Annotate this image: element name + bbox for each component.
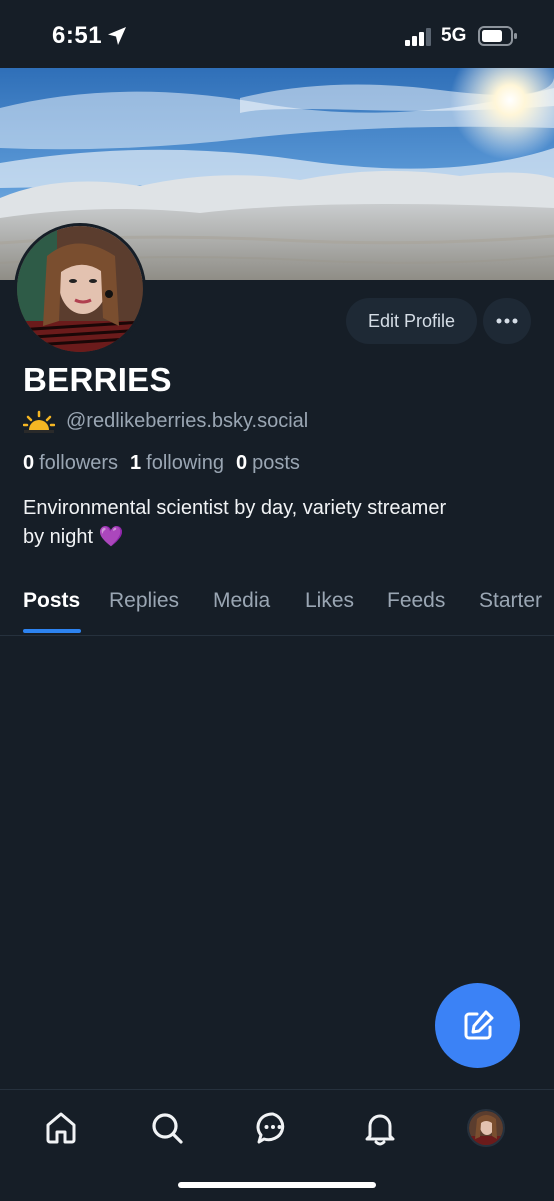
profile-bio: Environmental scientist by day, variety … [23, 494, 523, 552]
tab-likes[interactable]: Likes [305, 589, 354, 613]
followers-label: followers [39, 452, 119, 474]
tab-replies[interactable]: Replies [109, 589, 179, 613]
nav-notifications[interactable] [360, 1108, 400, 1148]
status-time: 6:51 [52, 22, 103, 49]
network-type: 5G [441, 25, 467, 46]
home-indicator [178, 1182, 376, 1188]
followers-count: 0 [23, 452, 35, 474]
tab-media[interactable]: Media [213, 589, 270, 613]
compose-button[interactable] [435, 983, 520, 1068]
bell-icon [365, 1114, 395, 1146]
sunrise-icon [23, 410, 55, 433]
edit-profile-button[interactable]: Edit Profile [346, 298, 477, 344]
location-arrow-icon [108, 27, 126, 45]
nav-profile-avatar[interactable] [467, 1109, 505, 1147]
search-icon [152, 1113, 183, 1144]
active-tab-indicator [23, 629, 81, 633]
profile-avatar[interactable] [14, 223, 146, 355]
profile-stats: 0 followers 1 following 0 posts [23, 452, 300, 475]
bottom-nav [0, 1089, 554, 1201]
display-name: BERRIES [23, 361, 172, 398]
cellular-signal-icon [405, 28, 431, 46]
nav-home[interactable] [41, 1108, 81, 1148]
tab-feeds[interactable]: Feeds [387, 589, 445, 613]
posts-count: 0 [236, 452, 248, 474]
following-link[interactable]: 1 following [130, 452, 224, 474]
following-count: 1 [130, 452, 142, 474]
status-bar: 6:51 5G [0, 0, 554, 68]
posts-label: posts [252, 452, 300, 474]
tab-starter-packs[interactable]: Starter [479, 589, 542, 613]
nav-chat[interactable] [253, 1108, 293, 1148]
ellipsis-icon [496, 318, 518, 324]
tab-posts[interactable]: Posts [23, 589, 80, 613]
battery-icon [478, 26, 517, 46]
profile-tabs: Posts Replies Media Likes Feeds Starter [0, 580, 554, 636]
compose-icon [464, 1010, 493, 1039]
bio-line: Environmental scientist by day, variety … [23, 497, 447, 519]
following-label: following [146, 452, 224, 474]
nav-search[interactable] [147, 1108, 187, 1148]
posts-stat: 0 posts [236, 452, 300, 474]
profile-handle: @redlikeberries.bsky.social [66, 410, 309, 432]
bio-line: by night 💜 [23, 526, 124, 548]
followers-link[interactable]: 0 followers [23, 452, 118, 474]
home-icon [46, 1112, 76, 1144]
chat-icon [256, 1112, 285, 1144]
more-options-button[interactable] [483, 298, 531, 344]
